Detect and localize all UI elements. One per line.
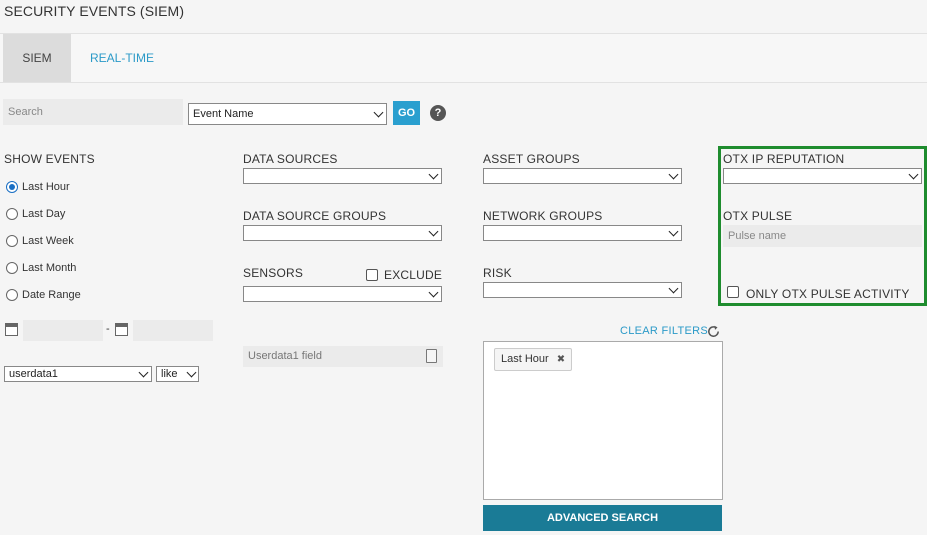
- refresh-icon[interactable]: [706, 324, 721, 339]
- userdata-select-value: userdata1: [9, 368, 58, 380]
- data-source-groups-select[interactable]: [243, 225, 442, 241]
- radio-button[interactable]: [6, 235, 18, 247]
- filter-tag-label: Last Hour: [501, 353, 549, 365]
- exclude-checkbox[interactable]: [366, 269, 378, 281]
- chevron-down-icon: [428, 226, 439, 237]
- remove-icon[interactable]: ✖: [557, 349, 565, 370]
- userdata-select[interactable]: userdata1: [4, 366, 152, 382]
- chevron-down-icon: [668, 283, 679, 294]
- chevron-down-icon: [908, 169, 919, 180]
- operator-select[interactable]: like: [156, 366, 199, 382]
- search-field-value: Event Name: [193, 108, 254, 120]
- tab-realtime[interactable]: REAL-TIME: [80, 34, 164, 82]
- pulse-name-placeholder: Pulse name: [728, 230, 787, 242]
- radio-button[interactable]: [6, 262, 18, 274]
- chevron-down-icon: [668, 169, 679, 180]
- data-source-groups-label: DATA SOURCE GROUPS: [243, 209, 387, 223]
- search-input[interactable]: [3, 99, 183, 125]
- exclude-label: EXCLUDE: [384, 268, 443, 282]
- chevron-down-icon: [428, 287, 439, 298]
- only-pulse-activity-label: ONLY OTX PULSE ACTIVITY: [746, 287, 910, 301]
- chevron-down-icon: [138, 367, 149, 378]
- asset-groups-select[interactable]: [483, 168, 682, 184]
- tab-bar: SIEM REAL-TIME: [0, 33, 927, 83]
- data-sources-select[interactable]: [243, 168, 442, 184]
- tab-siem[interactable]: SIEM: [3, 34, 71, 82]
- radio-button[interactable]: [6, 289, 18, 301]
- active-filters-box: Last Hour ✖: [483, 341, 723, 500]
- sensors-label: SENSORS: [243, 266, 304, 280]
- radio-last-week[interactable]: Last Week: [6, 235, 74, 247]
- radio-button[interactable]: [6, 181, 18, 193]
- radio-label: Last Month: [22, 262, 77, 274]
- network-groups-label: NETWORK GROUPS: [483, 209, 603, 223]
- go-button[interactable]: GO: [393, 101, 420, 125]
- filter-tag: Last Hour ✖: [494, 348, 573, 371]
- advanced-search-button[interactable]: ADVANCED SEARCH: [483, 505, 722, 531]
- radio-label: Date Range: [22, 289, 81, 301]
- search-field-select[interactable]: Event Name: [188, 103, 387, 125]
- radio-button[interactable]: [6, 208, 18, 220]
- page-title: SECURITY EVENTS (SIEM): [4, 3, 185, 19]
- clear-filters-link[interactable]: CLEAR FILTERS: [620, 325, 708, 337]
- radio-label: Last Day: [22, 208, 66, 220]
- sensors-select[interactable]: [243, 286, 442, 302]
- userdata-field-input[interactable]: Userdata1 field: [243, 346, 443, 367]
- radio-last-hour[interactable]: Last Hour: [6, 181, 70, 193]
- radio-last-month[interactable]: Last Month: [6, 262, 76, 274]
- chevron-down-icon: [373, 107, 384, 118]
- show-events-label: SHOW EVENTS: [4, 152, 95, 166]
- pulse-name-input[interactable]: Pulse name: [723, 225, 922, 247]
- only-pulse-activity-checkbox[interactable]: [727, 286, 739, 298]
- risk-select[interactable]: [483, 282, 682, 298]
- asset-groups-label: ASSET GROUPS: [483, 152, 580, 166]
- radio-label: Last Hour: [22, 181, 70, 193]
- calendar-icon[interactable]: [5, 323, 18, 336]
- chevron-down-icon: [428, 169, 439, 180]
- help-icon[interactable]: ?: [430, 105, 446, 121]
- risk-label: RISK: [483, 266, 512, 280]
- otx-ip-reputation-label: OTX IP REPUTATION: [723, 152, 845, 166]
- radio-last-day[interactable]: Last Day: [6, 208, 65, 220]
- chevron-down-icon: [668, 226, 679, 237]
- calendar-icon[interactable]: [115, 323, 128, 336]
- otx-pulse-label: OTX PULSE: [723, 209, 793, 223]
- date-separator: -: [106, 323, 110, 335]
- operator-select-value: like: [161, 368, 178, 380]
- date-from-input[interactable]: [23, 320, 103, 341]
- radio-label: Last Week: [22, 235, 74, 247]
- date-to-input[interactable]: [133, 320, 213, 341]
- userdata-field-placeholder: Userdata1 field: [248, 350, 322, 362]
- otx-ip-reputation-select[interactable]: [723, 168, 922, 184]
- radio-date-range[interactable]: Date Range: [6, 289, 81, 301]
- data-sources-label: DATA SOURCES: [243, 152, 338, 166]
- chevron-down-icon: [186, 367, 197, 378]
- contact-card-icon: [426, 349, 437, 363]
- network-groups-select[interactable]: [483, 225, 682, 241]
